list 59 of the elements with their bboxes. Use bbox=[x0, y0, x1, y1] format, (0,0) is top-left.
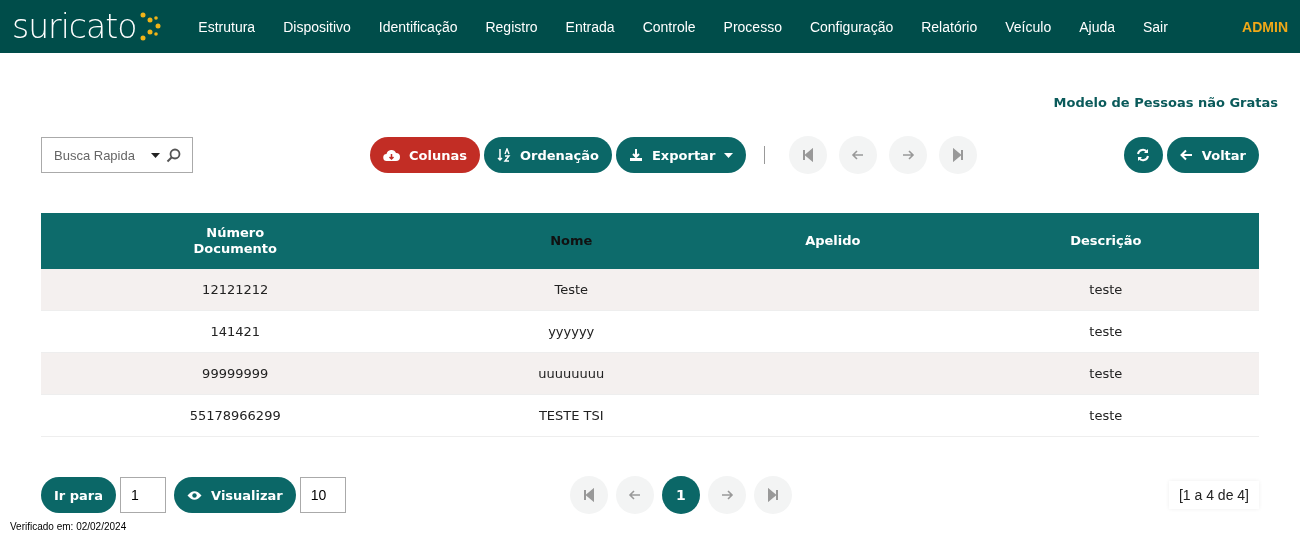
table-cell: Teste bbox=[554, 282, 589, 297]
back-button[interactable]: Voltar bbox=[1166, 137, 1259, 173]
go-to-button[interactable]: Ir para bbox=[41, 477, 117, 513]
menu-item[interactable]: Entrada bbox=[551, 18, 629, 35]
previous-page-icon bbox=[627, 488, 642, 502]
previous-page-icon bbox=[851, 148, 866, 162]
view-button[interactable]: Visualizar bbox=[174, 477, 296, 513]
toolbar-button[interactable]: Exportar bbox=[616, 137, 747, 173]
download-icon bbox=[629, 148, 643, 162]
column-header[interactable]: Número Documento bbox=[41, 213, 430, 269]
table-cell: TESTE TSI bbox=[538, 408, 604, 423]
menu-item[interactable]: Estrutura bbox=[184, 18, 270, 35]
menu-item[interactable]: Dispositivo bbox=[269, 18, 365, 35]
table-cell: teste bbox=[1089, 324, 1123, 339]
search-icon bbox=[166, 148, 181, 163]
menu-item[interactable]: Sair bbox=[1129, 18, 1182, 35]
search-field[interactable]: Busca Rapida bbox=[41, 137, 193, 173]
table-cell: 99999999 bbox=[202, 366, 269, 381]
table-cell: uuuuuuuu bbox=[538, 366, 605, 381]
cloud-download-icon bbox=[383, 148, 400, 162]
table-cell: teste bbox=[1089, 408, 1123, 423]
page-number-field[interactable]: 1 bbox=[120, 477, 167, 513]
menu-item[interactable]: Ajuda bbox=[1065, 18, 1129, 35]
column-header[interactable]: Apelido bbox=[713, 213, 953, 269]
toolbar-button[interactable]: Colunas bbox=[370, 137, 480, 173]
page-button[interactable]: 1 bbox=[661, 476, 700, 514]
menu-item[interactable]: Processo bbox=[709, 18, 796, 35]
column-header[interactable]: Descrição bbox=[952, 213, 1259, 269]
table-cell: teste bbox=[1089, 366, 1123, 381]
refresh-button[interactable] bbox=[1123, 137, 1163, 173]
table-cell: teste bbox=[1089, 282, 1123, 297]
sort-icon bbox=[496, 148, 511, 162]
table-cell: 55178966299 bbox=[189, 408, 281, 423]
next-page-icon bbox=[901, 148, 916, 162]
table-cell: yyyyyy bbox=[548, 324, 595, 339]
last-page-icon bbox=[951, 148, 966, 162]
menu-item[interactable]: Identificação bbox=[364, 18, 472, 35]
user-name[interactable]: ADMIN bbox=[1242, 18, 1288, 35]
menu-item[interactable]: Relatório bbox=[907, 18, 992, 35]
page-title: Modelo de Pessoas não Gratas bbox=[1052, 94, 1279, 112]
page-size-field[interactable]: 10 bbox=[299, 477, 346, 513]
menu-item[interactable]: Controle bbox=[628, 18, 710, 35]
arrow-left-icon bbox=[1179, 149, 1193, 161]
eye-icon bbox=[187, 489, 203, 501]
menu-item[interactable]: Configuração bbox=[795, 18, 908, 35]
table-cell: 12121212 bbox=[202, 282, 269, 297]
menu-item[interactable]: Registro bbox=[471, 18, 552, 35]
toolbar-button[interactable]: Ordenação bbox=[483, 137, 612, 173]
first-page-icon bbox=[801, 148, 816, 162]
refresh-icon bbox=[1136, 148, 1151, 162]
logo-text: suricato bbox=[12, 10, 137, 43]
table-cell: 141421 bbox=[210, 324, 260, 339]
last-page-icon bbox=[765, 488, 780, 502]
verification-date: Verificado em: 02/02/2024 bbox=[10, 521, 128, 532]
caret-icon bbox=[151, 153, 160, 158]
first-page-icon bbox=[581, 488, 596, 502]
menu-item[interactable]: Veículo bbox=[991, 18, 1066, 35]
record-range: [1 a 4 de 4] bbox=[1168, 481, 1259, 509]
next-page-icon bbox=[719, 488, 734, 502]
